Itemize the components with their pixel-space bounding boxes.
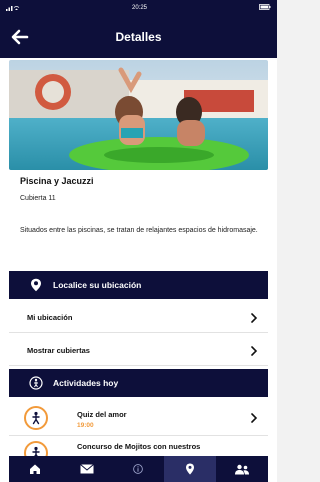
my-location-label: Mi ubicación bbox=[27, 313, 73, 322]
activity-item[interactable]: Concurso de Mojitos con nuestros bbox=[9, 437, 268, 456]
activity-person-icon bbox=[24, 441, 48, 456]
bottom-tab-bar bbox=[9, 456, 268, 482]
tab-home[interactable] bbox=[9, 456, 61, 482]
activity-title: Quiz del amor bbox=[77, 410, 127, 419]
show-decks-row[interactable]: Mostrar cubiertas bbox=[9, 336, 268, 366]
tab-people[interactable] bbox=[216, 456, 268, 482]
my-location-row[interactable]: Mi ubicación bbox=[9, 303, 268, 333]
venue-photo bbox=[9, 60, 268, 170]
home-icon bbox=[29, 464, 40, 474]
venue-description: Situados entre las piscinas, se tratan d… bbox=[20, 227, 258, 234]
back-arrow-icon bbox=[11, 29, 29, 45]
tab-info[interactable] bbox=[113, 456, 165, 482]
venue-name: Piscina y Jacuzzi bbox=[20, 176, 94, 186]
activity-person-icon bbox=[24, 406, 48, 430]
activity-icon bbox=[27, 374, 45, 392]
activities-section-title: Actividades hoy bbox=[53, 378, 119, 388]
location-section-header: Localice su ubicación bbox=[9, 271, 268, 299]
top-app-bar: Detalles bbox=[0, 16, 277, 58]
activity-title: Concurso de Mojitos con nuestros bbox=[77, 442, 201, 451]
status-time: 20:25 bbox=[131, 5, 147, 11]
battery-icon bbox=[259, 4, 271, 12]
status-bar: 20:25 bbox=[0, 0, 277, 16]
chevron-right-icon bbox=[249, 345, 259, 356]
activities-section-header: Actividades hoy bbox=[9, 369, 268, 397]
venue-deck: Cubierta 11 bbox=[20, 195, 56, 202]
tab-location[interactable] bbox=[164, 456, 217, 482]
page-title: Detalles bbox=[115, 30, 162, 44]
app-screen: 20:25 Detalles Piscina y Jacuzzi Cubiert… bbox=[0, 0, 277, 482]
activity-item[interactable]: Quiz del amor 19:00 bbox=[9, 400, 268, 436]
back-button[interactable] bbox=[0, 16, 40, 58]
venue-info: Piscina y Jacuzzi Cubierta 11 Situados e… bbox=[20, 176, 260, 236]
envelope-icon bbox=[79, 464, 94, 474]
tab-messages[interactable] bbox=[61, 456, 113, 482]
chevron-right-icon bbox=[249, 312, 259, 323]
map-pin-icon bbox=[27, 276, 45, 294]
show-decks-label: Mostrar cubiertas bbox=[27, 346, 90, 355]
signal-wifi-icon bbox=[6, 4, 20, 13]
location-section-title: Localice su ubicación bbox=[53, 280, 142, 290]
people-icon bbox=[235, 464, 250, 474]
info-icon bbox=[133, 464, 144, 474]
activity-time: 19:00 bbox=[77, 422, 94, 429]
location-pin-icon bbox=[186, 463, 195, 475]
chevron-right-icon bbox=[249, 413, 259, 423]
